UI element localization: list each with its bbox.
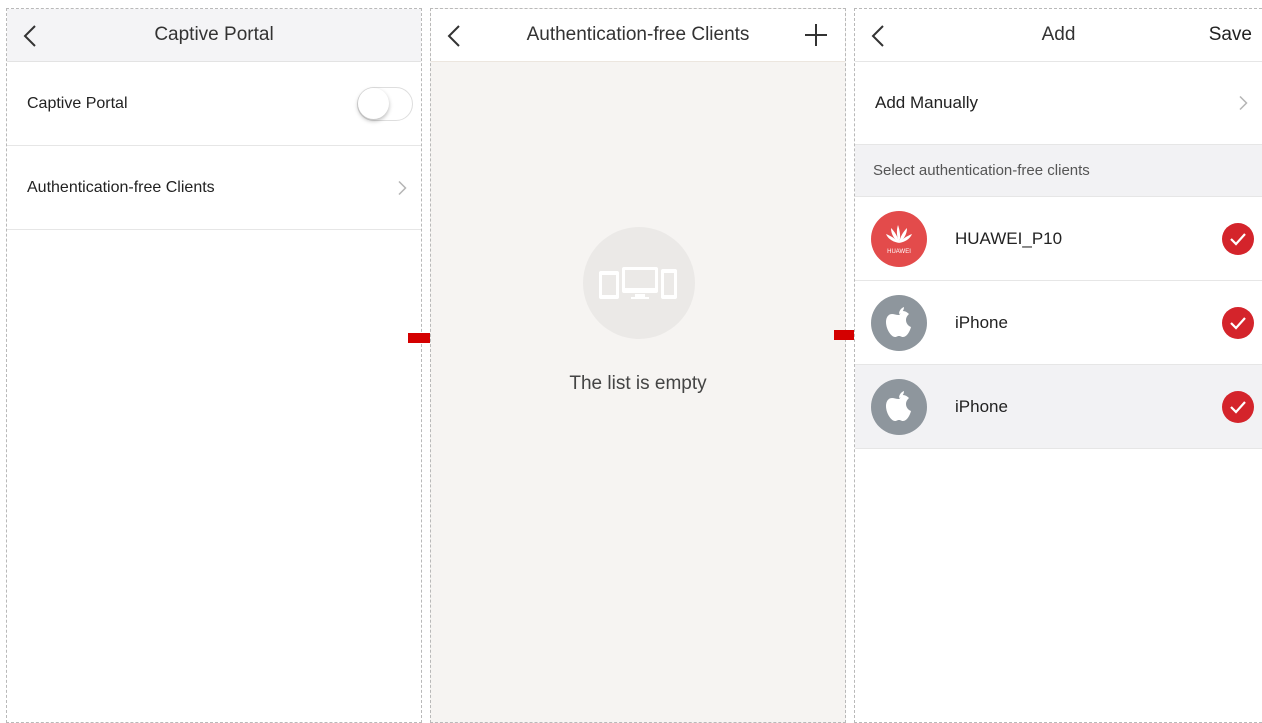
empty-devices-illustration xyxy=(583,227,695,339)
client-name: HUAWEI_P10 xyxy=(955,228,1063,248)
chevron-left-icon xyxy=(871,25,884,47)
checkmark-icon[interactable] xyxy=(1222,306,1254,339)
page-title: Authentication-free Clients xyxy=(526,24,750,45)
client-row[interactable]: HUAWEI HUAWEI_P10 xyxy=(855,197,1262,281)
captive-portal-label: Captive Portal xyxy=(27,94,128,112)
apple-logo-icon xyxy=(871,378,927,435)
client-row[interactable]: iPhone xyxy=(855,365,1262,449)
captive-portal-row: Captive Portal xyxy=(7,62,421,146)
chevron-left-icon xyxy=(447,25,460,47)
devices-icon xyxy=(599,267,677,299)
checkmark-icon[interactable] xyxy=(1222,222,1254,255)
back-button[interactable] xyxy=(447,23,471,49)
captive-portal-toggle[interactable] xyxy=(357,86,413,121)
flow-stage: Captive Portal Captive Portal Authentica… xyxy=(0,0,1262,723)
apple-logo-icon xyxy=(886,306,911,337)
nav-bar: Authentication-free Clients xyxy=(431,9,845,62)
auth-free-clients-row[interactable]: Authentication-free Clients xyxy=(7,146,421,230)
apple-logo-icon xyxy=(871,294,927,351)
nav-bar: Add Save xyxy=(855,9,1262,62)
add-icon[interactable] xyxy=(803,22,829,48)
add-clients-screen: Add Save Add Manually Select authenticat… xyxy=(854,8,1262,723)
auth-free-clients-label: Authentication-free Clients xyxy=(27,178,215,196)
toggle-knob xyxy=(358,87,389,119)
client-name: iPhone xyxy=(955,312,1008,332)
page-title: Captive Portal xyxy=(154,24,274,45)
huawei-logo-text: HUAWEI xyxy=(887,249,911,255)
add-manually-label: Add Manually xyxy=(875,93,979,112)
client-row[interactable]: iPhone xyxy=(855,281,1262,365)
page-title: Add xyxy=(1041,24,1076,45)
chevron-left-icon xyxy=(23,25,36,47)
back-button[interactable] xyxy=(23,23,47,49)
apple-logo-icon xyxy=(886,390,911,421)
huawei-logo-icon: HUAWEI xyxy=(886,224,912,255)
chevron-right-icon xyxy=(398,180,407,195)
captive-portal-screen: Captive Portal Captive Portal Authentica… xyxy=(6,8,422,723)
chevron-right-icon xyxy=(1239,95,1248,111)
checkmark-icon[interactable] xyxy=(1222,390,1254,423)
empty-list-message: The list is empty xyxy=(569,373,707,394)
section-header: Select authentication-free clients xyxy=(855,145,1262,197)
back-button[interactable] xyxy=(871,23,895,49)
client-name: iPhone xyxy=(955,396,1008,416)
nav-bar: Captive Portal xyxy=(7,9,421,62)
huawei-logo-icon: HUAWEI xyxy=(871,210,927,267)
add-manually-row[interactable]: Add Manually xyxy=(855,62,1262,145)
auth-free-clients-screen: Authentication-free Clients The list is … xyxy=(430,8,846,723)
save-button[interactable]: Save xyxy=(1209,24,1252,46)
